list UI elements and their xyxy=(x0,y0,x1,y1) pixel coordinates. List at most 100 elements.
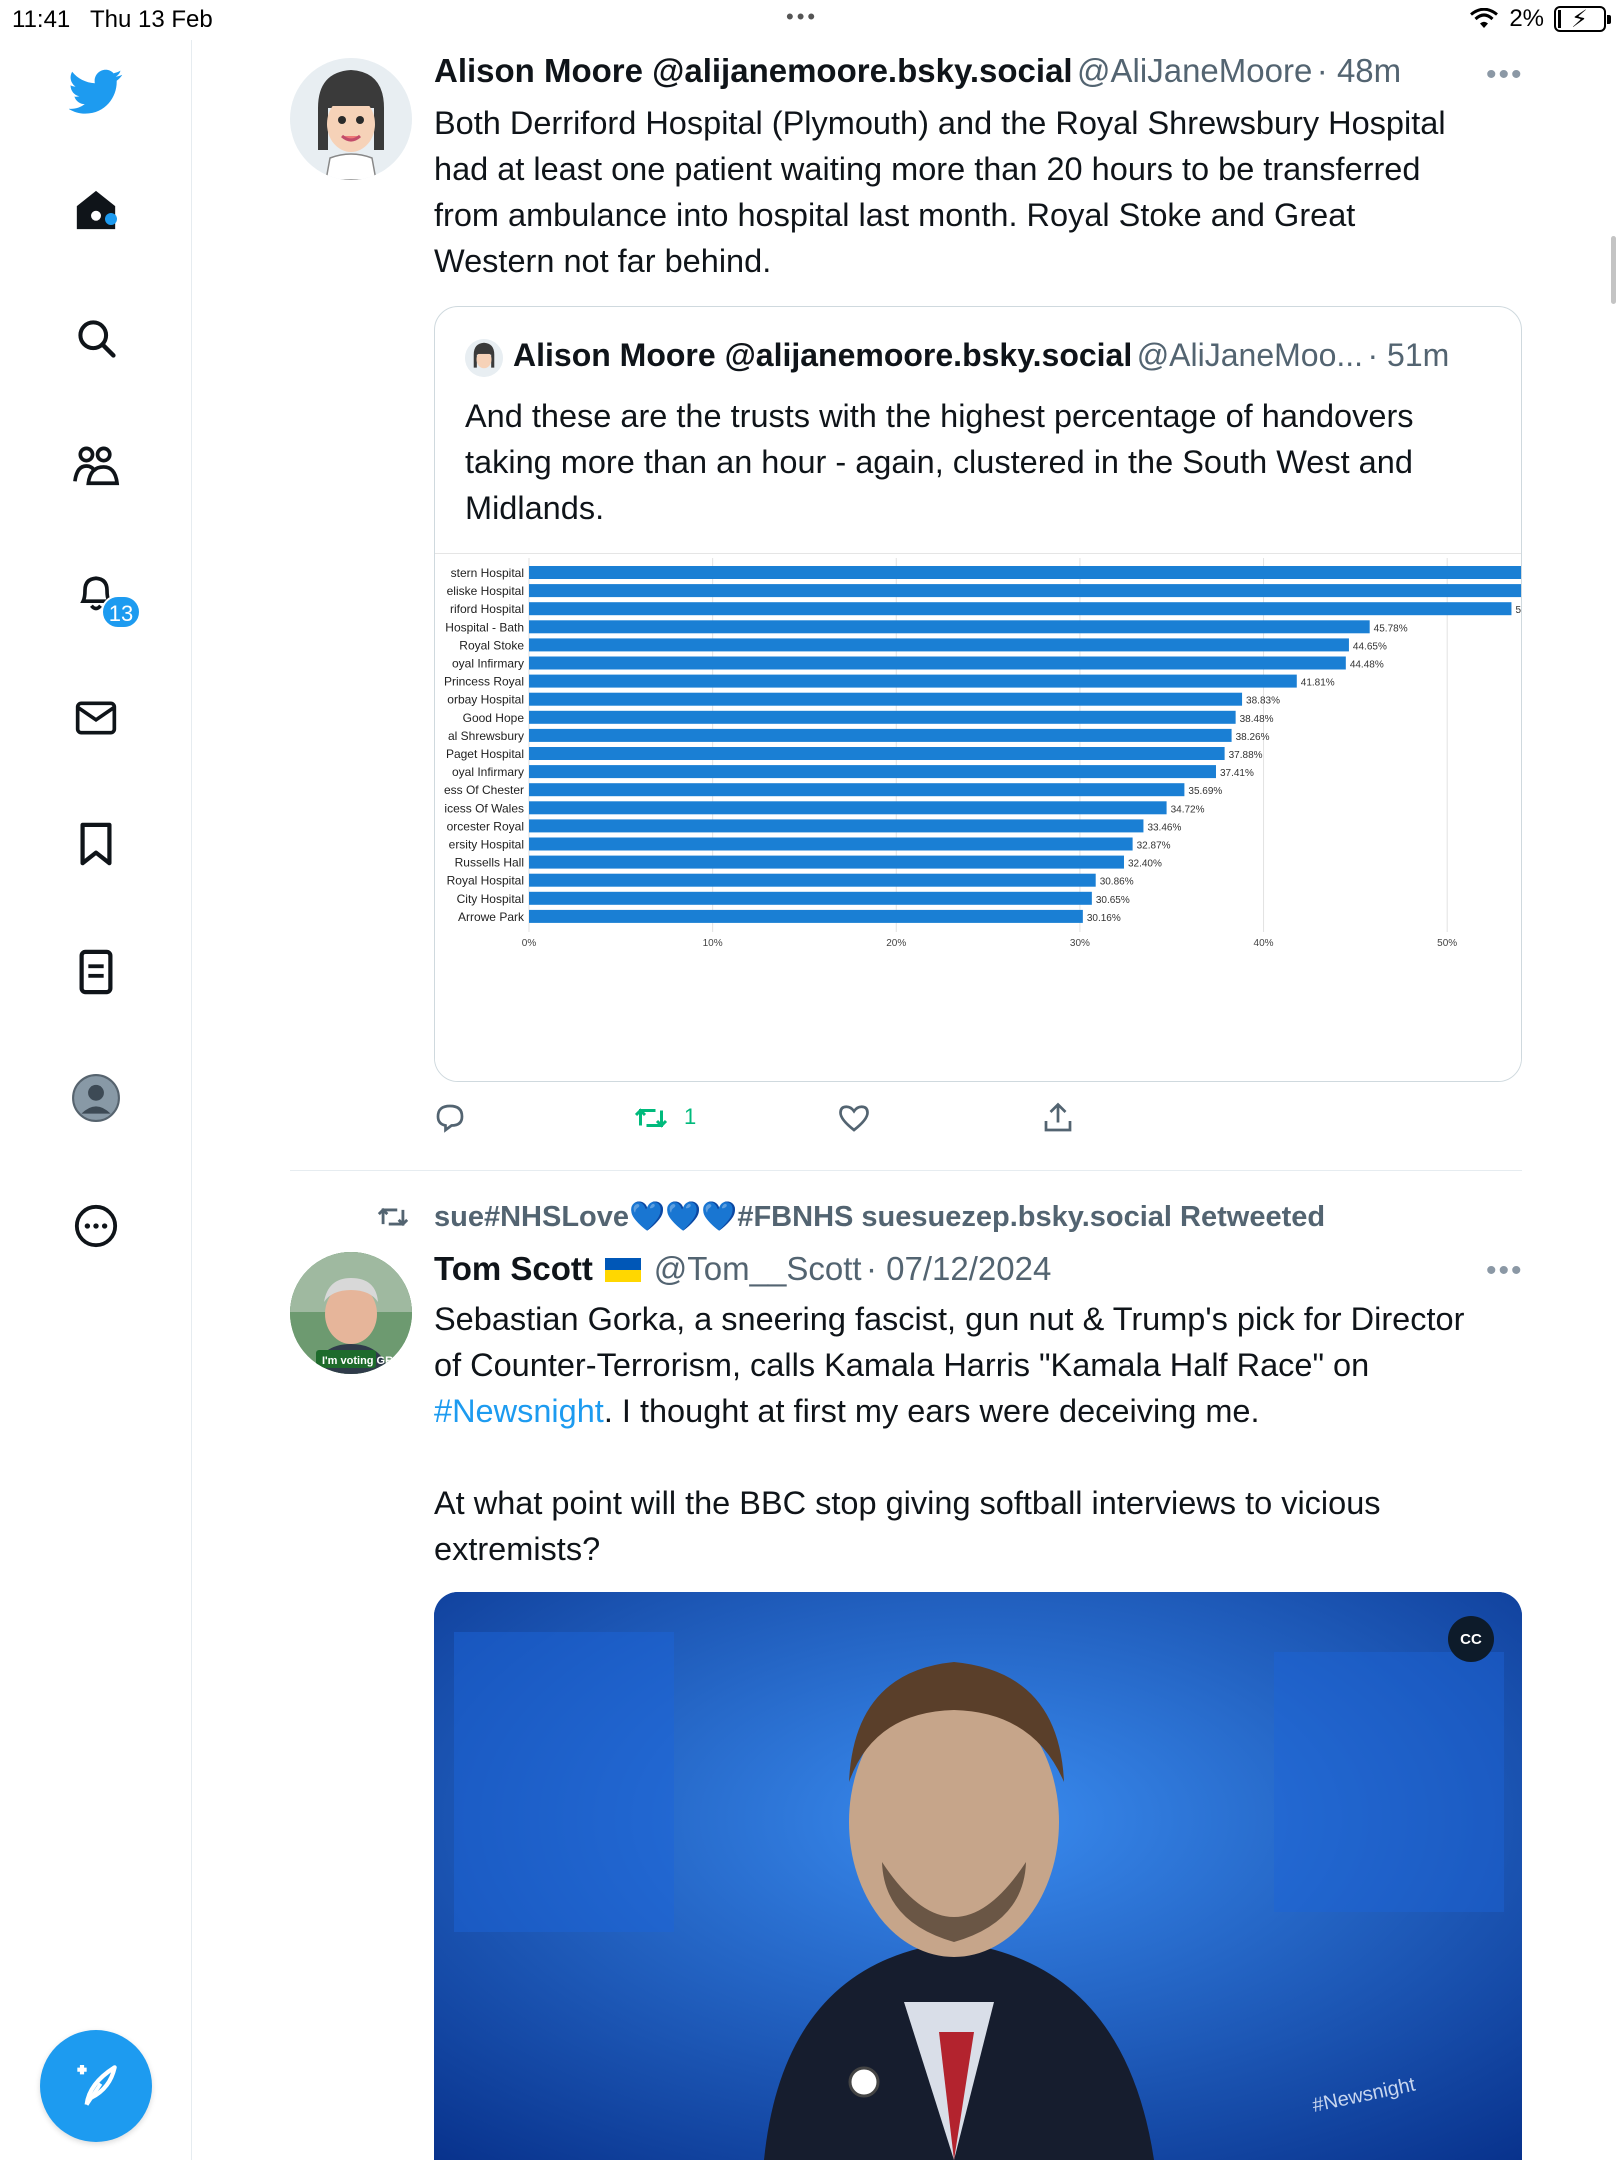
bar xyxy=(529,819,1144,833)
twitter-logo-icon[interactable] xyxy=(64,60,128,124)
bar xyxy=(529,855,1124,869)
x-tick-label: 0% xyxy=(522,938,537,949)
bar xyxy=(529,837,1133,851)
retweet-icon xyxy=(634,1108,668,1128)
tweet-time[interactable]: · 48m xyxy=(1317,52,1401,89)
quote-header: Alison Moore @alijanemoore.bsky.social @… xyxy=(513,337,1449,374)
data-label: 32.87% xyxy=(1137,841,1171,852)
bar xyxy=(529,656,1346,670)
author-name[interactable]: Alison Moore @alijanemoore.bsky.social xyxy=(434,52,1073,89)
bar xyxy=(529,692,1243,706)
author-handle[interactable]: @AliJaneMoore xyxy=(1077,52,1312,89)
author-handle[interactable]: @Tom__Scott xyxy=(654,1250,862,1287)
data-label: 30.65% xyxy=(1096,895,1130,906)
category-label: orbay Hospital xyxy=(447,693,524,707)
category-label: Paget Hospital xyxy=(446,747,524,761)
bar-chart-image[interactable]: 0% 10% 20% 30% 40% 50% stern Hospital eliske Ho… xyxy=(435,553,1521,1081)
data-label: 32.40% xyxy=(1128,859,1162,870)
avatar[interactable] xyxy=(290,58,412,180)
category-label: Good Hope xyxy=(463,711,525,725)
tweet-text-line: Western not far behind. xyxy=(434,243,772,279)
bar xyxy=(529,674,1297,688)
tweet-text-line: Both Derriford Hospital (Plymouth) and t… xyxy=(434,105,1446,141)
category-label: stern Hospital xyxy=(451,566,524,580)
video-media[interactable]: #Newsnight CC xyxy=(434,1592,1522,2160)
tweet-more-icon[interactable]: ••• xyxy=(1486,58,1524,92)
bar xyxy=(529,710,1236,724)
closed-captions-button[interactable]: CC xyxy=(1448,1616,1494,1662)
category-label: Russells Hall xyxy=(455,856,524,870)
category-label: Hospital - Bath xyxy=(445,620,524,634)
communities-icon[interactable] xyxy=(64,434,128,498)
retweeted-by-label[interactable]: sue#NHSLove💙💙💙#FBNHS suesuezep.bsky.soci… xyxy=(434,1200,1325,1234)
data-label: 33.46% xyxy=(1147,822,1181,833)
search-icon[interactable] xyxy=(64,306,128,370)
quote-time: · 51m xyxy=(1367,337,1450,373)
messages-envelope-icon[interactable] xyxy=(64,686,128,750)
category-label: Royal Stoke xyxy=(459,638,524,652)
bar-chart: 0% 10% 20% 30% 40% 50% stern Hospital eliske Ho… xyxy=(444,558,1521,949)
data-label: 41.81% xyxy=(1301,678,1335,689)
tweet-text-line: of Counter-Terrorism, calls Kamala Harri… xyxy=(434,1347,1370,1383)
avatar[interactable]: I'm voting GREEN xyxy=(290,1252,412,1374)
x-tick-label: 20% xyxy=(886,938,906,949)
profile-avatar-icon[interactable] xyxy=(64,1066,128,1130)
home-unread-dot xyxy=(105,213,117,225)
bar xyxy=(529,747,1225,760)
data-label: 34.72% xyxy=(1171,804,1205,815)
status-bar: 11:41 Thu 13 Feb ••• 2% ⚡ xyxy=(0,0,1620,40)
category-label: al Shrewsbury xyxy=(448,729,524,743)
category-label: oyal Infirmary xyxy=(452,765,524,779)
x-tick-label: 40% xyxy=(1254,938,1274,949)
bar xyxy=(529,873,1096,887)
x-tick-label: 10% xyxy=(703,938,723,949)
lists-icon[interactable] xyxy=(64,940,128,1004)
category-label: eliske Hospital xyxy=(447,584,524,598)
category-label: oyal Infirmary xyxy=(452,657,524,671)
data-label: 37.88% xyxy=(1229,750,1263,761)
more-options-icon[interactable] xyxy=(64,1194,128,1258)
compose-tweet-button[interactable] xyxy=(40,2030,152,2142)
share-button[interactable] xyxy=(1040,1100,1076,1140)
data-label: 38.26% xyxy=(1236,732,1270,743)
battery-percent: 2% xyxy=(1509,5,1544,32)
category-label: Princess Royal xyxy=(444,675,524,689)
reply-button[interactable] xyxy=(432,1100,468,1140)
data-label: 37.41% xyxy=(1220,768,1254,779)
compose-feather-icon xyxy=(77,2065,117,2106)
reply-icon xyxy=(436,1104,464,1133)
tweet-time[interactable]: · 07/12/2024 xyxy=(866,1250,1051,1287)
quote-text: And these are the trusts with the highes… xyxy=(465,393,1414,531)
tweet-text-line: from ambulance into hospital last month.… xyxy=(434,197,1356,233)
author-name[interactable]: Tom Scott xyxy=(434,1250,593,1287)
wifi-icon xyxy=(1470,8,1499,28)
data-label: 30.86% xyxy=(1100,877,1134,888)
tweet-text-line: Sebastian Gorka, a sneering fascist, gun… xyxy=(434,1301,1465,1337)
status-right: 2% ⚡ xyxy=(1469,5,1611,33)
hashtag-link[interactable]: #Newsnight xyxy=(434,1393,604,1429)
quote-text-line: Midlands. xyxy=(465,490,605,526)
retweeted-icon xyxy=(377,1207,409,1227)
retweet-button[interactable]: 1 xyxy=(632,1100,696,1140)
home-icon[interactable] xyxy=(64,178,128,242)
tweet-text-line: had at least one patient waiting more th… xyxy=(434,151,1421,187)
sidebar: 13 xyxy=(0,40,192,2160)
quoted-tweet[interactable]: Alison Moore @alijanemoore.bsky.social @… xyxy=(434,306,1522,1082)
bar xyxy=(529,584,1521,598)
heart-icon xyxy=(839,1105,869,1132)
multitasking-dots-icon[interactable]: ••• xyxy=(786,4,818,30)
quote-text-line: And these are the trusts with the highes… xyxy=(465,398,1414,434)
data-label: 35.69% xyxy=(1188,786,1222,797)
scrollbar[interactable] xyxy=(1611,236,1616,304)
ukraine-flag-icon xyxy=(605,1258,642,1282)
category-label: Royal Hospital xyxy=(447,874,524,888)
data-label: 30.16% xyxy=(1087,913,1121,924)
data-label: 38.48% xyxy=(1240,714,1274,725)
bar xyxy=(529,602,1512,616)
category-label: ersity Hospital xyxy=(449,838,524,852)
bookmarks-icon[interactable] xyxy=(64,812,128,876)
tweet-more-icon[interactable]: ••• xyxy=(1486,1254,1524,1288)
tweet-text: Sebastian Gorka, a sneering fascist, gun… xyxy=(434,1296,1534,1572)
like-button[interactable] xyxy=(836,1100,872,1140)
data-label: 38.83% xyxy=(1246,696,1280,707)
